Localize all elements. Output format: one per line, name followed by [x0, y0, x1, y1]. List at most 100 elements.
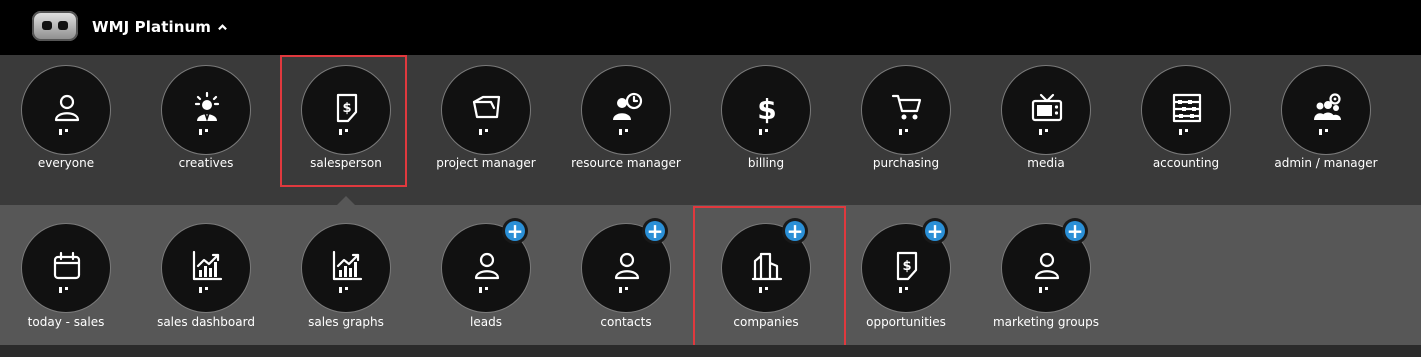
app-logo[interactable]: [32, 11, 78, 41]
folder-icon: [472, 95, 501, 119]
role-tile-billing[interactable]: $ billing: [696, 55, 836, 185]
sales-item-label: leads: [470, 315, 502, 329]
add-plus-icon[interactable]: [782, 218, 808, 244]
role-tile-admin-manager[interactable]: admin / manager: [1256, 55, 1396, 185]
dollar-icon: $: [757, 93, 776, 124]
sales-item-label: opportunities: [866, 315, 946, 329]
role-tile-purchasing[interactable]: purchasing: [836, 55, 976, 185]
sales-items-bar: today - sales sales dashboard sales graphs…: [0, 205, 1421, 350]
role-label: salesperson: [310, 156, 382, 170]
role-label: resource manager: [571, 156, 681, 170]
role-tile-media[interactable]: media: [976, 55, 1116, 185]
bar-chart-icon: [332, 250, 363, 281]
dollar-document-icon: $: [896, 251, 918, 281]
add-plus-icon[interactable]: [1062, 218, 1088, 244]
more-dots-icon: [619, 129, 635, 135]
sales-item-circle[interactable]: [21, 223, 111, 313]
more-dots-icon: [199, 129, 215, 135]
svg-text:$: $: [342, 101, 351, 116]
calendar-icon: [53, 251, 81, 280]
buildings-icon: [751, 252, 783, 281]
role-circle[interactable]: [21, 65, 111, 155]
sales-item-label: contacts: [600, 315, 652, 329]
person-clock-icon: [613, 92, 643, 120]
app-switcher[interactable]: WMJ Platinum: [92, 18, 227, 36]
more-dots-icon: [479, 287, 495, 293]
sales-item-tile-leads[interactable]: leads: [416, 205, 556, 335]
creative-person-icon: [194, 92, 220, 122]
role-circle[interactable]: [1281, 65, 1371, 155]
person-icon: [474, 252, 500, 280]
sales-item-label: companies: [733, 315, 799, 329]
more-dots-icon: [1319, 129, 1335, 135]
role-label: everyone: [37, 156, 95, 170]
sales-item-label: sales dashboard: [157, 315, 255, 329]
sales-item-tile-companies[interactable]: companies: [696, 205, 836, 335]
role-label: creatives: [178, 156, 234, 170]
selected-role-caret: [337, 196, 355, 205]
group-gear-icon: [1314, 93, 1341, 120]
role-circle[interactable]: [1001, 65, 1091, 155]
sales-item-tile-sales-dashboard[interactable]: sales dashboard: [136, 205, 276, 335]
more-dots-icon: [199, 287, 215, 293]
role-circle[interactable]: [581, 65, 671, 155]
sales-item-label: marketing groups: [992, 315, 1100, 329]
role-circle[interactable]: [441, 65, 531, 155]
role-tile-resource-manager[interactable]: resource manager: [556, 55, 696, 185]
dollar-document-icon: $: [336, 93, 358, 123]
abacus-icon: [1172, 93, 1202, 123]
more-dots-icon: [59, 129, 75, 135]
tv-icon: [1031, 93, 1063, 122]
add-plus-icon[interactable]: [922, 218, 948, 244]
bottom-strip: [0, 345, 1421, 357]
role-label: billing: [747, 156, 785, 170]
role-circle[interactable]: $: [721, 65, 811, 155]
role-tile-salesperson[interactable]: $ salesperson: [276, 55, 416, 185]
role-tile-everyone[interactable]: everyone: [0, 55, 136, 185]
more-dots-icon: [619, 287, 635, 293]
more-dots-icon: [1039, 287, 1055, 293]
role-circle[interactable]: $: [301, 65, 391, 155]
more-dots-icon: [339, 287, 355, 293]
sales-item-circle[interactable]: [161, 223, 251, 313]
more-dots-icon: [339, 129, 355, 135]
role-label: admin / manager: [1274, 156, 1378, 170]
sales-item-circle[interactable]: [301, 223, 391, 313]
role-tile-project-manager[interactable]: project manager: [416, 55, 556, 185]
logo-eye-left: [42, 21, 52, 30]
more-dots-icon: [759, 129, 775, 135]
role-label: accounting: [1152, 156, 1220, 170]
sales-item-label: today - sales: [27, 315, 105, 329]
logo-eye-right: [58, 21, 68, 30]
svg-text:$: $: [902, 259, 911, 274]
role-tile-creatives[interactable]: creatives: [136, 55, 276, 185]
sales-item-tile-sales-graphs[interactable]: sales graphs: [276, 205, 416, 335]
more-dots-icon: [479, 129, 495, 135]
person-icon: [614, 252, 640, 280]
sales-item-label: sales graphs: [308, 315, 384, 329]
role-circle[interactable]: [161, 65, 251, 155]
more-dots-icon: [1179, 129, 1195, 135]
role-label: purchasing: [872, 156, 940, 170]
svg-text:$: $: [757, 93, 776, 124]
top-bar: WMJ Platinum: [0, 0, 1421, 55]
more-dots-icon: [899, 129, 915, 135]
add-plus-icon[interactable]: [502, 218, 528, 244]
sales-item-tile-marketing-groups[interactable]: marketing groups: [976, 205, 1116, 335]
person-icon: [54, 94, 80, 122]
more-dots-icon: [1039, 129, 1055, 135]
role-label: media: [1027, 156, 1065, 170]
more-dots-icon: [899, 287, 915, 293]
role-circle[interactable]: [861, 65, 951, 155]
app-name: WMJ Platinum: [92, 18, 212, 36]
sales-item-tile-contacts[interactable]: contacts: [556, 205, 696, 335]
cart-icon: [891, 94, 922, 120]
role-label: project manager: [436, 156, 536, 170]
sales-item-tile-opportunities[interactable]: $ opportunities: [836, 205, 976, 335]
sales-item-tile-today-sales[interactable]: today - sales: [0, 205, 136, 335]
role-circle[interactable]: [1141, 65, 1231, 155]
role-tile-accounting[interactable]: accounting: [1116, 55, 1256, 185]
add-plus-icon[interactable]: [642, 218, 668, 244]
more-dots-icon: [759, 287, 775, 293]
chevron-up-icon: [218, 24, 227, 31]
